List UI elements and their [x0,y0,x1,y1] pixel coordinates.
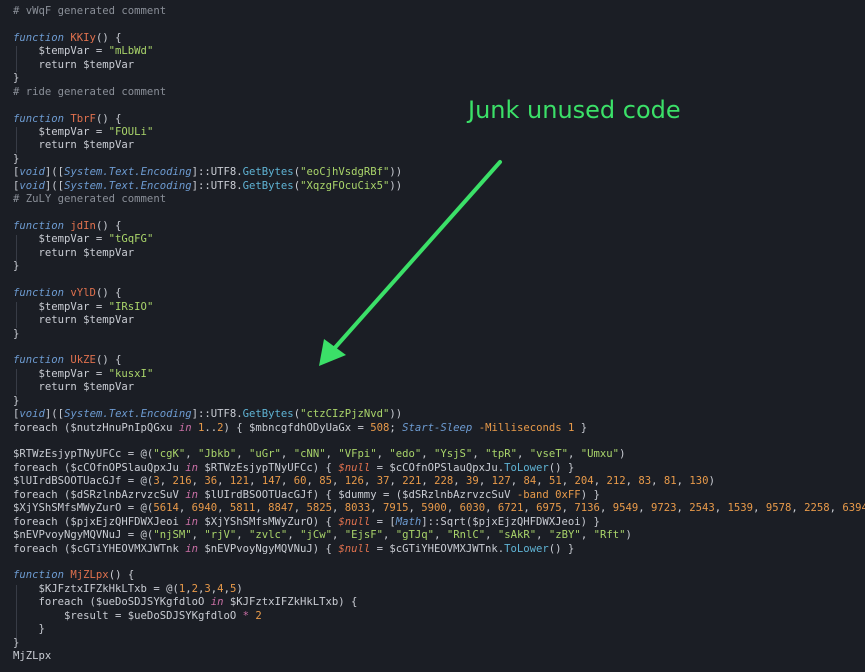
annotation-arrow-icon [319,160,502,366]
annotation-label: Junk unused code [468,96,681,124]
code-editor[interactable]: # vWqF generated comment function KKIy()… [0,0,865,672]
